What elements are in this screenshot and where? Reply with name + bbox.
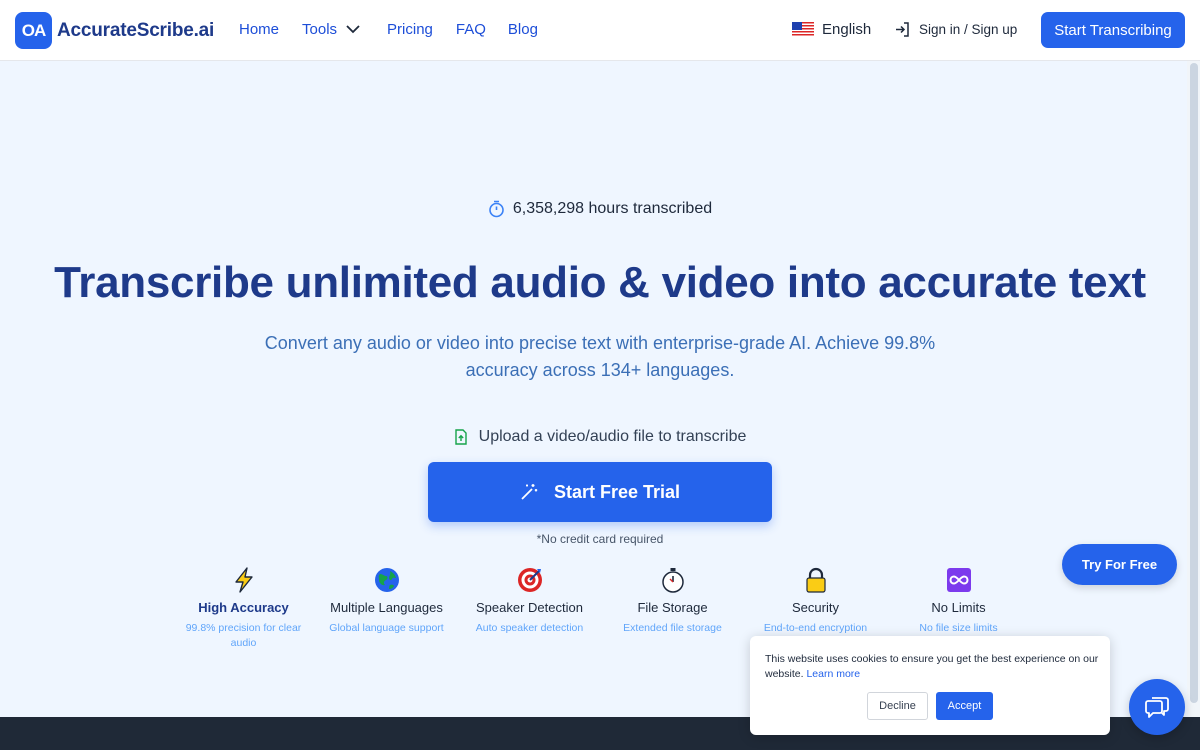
nav-pricing[interactable]: Pricing [387, 21, 433, 38]
try-for-free-button[interactable]: Try For Free [1062, 544, 1177, 585]
feature-desc: Extended file storage [623, 622, 722, 634]
globe-icon [374, 568, 399, 592]
feature-title: No Limits [931, 600, 986, 615]
nav-home[interactable]: Home [239, 21, 279, 38]
us-flag-icon [792, 22, 814, 37]
hours-counter: 6,358,298 hours transcribed [0, 200, 1200, 218]
stopwatch-icon [661, 568, 684, 593]
nav-faq[interactable]: FAQ [456, 21, 486, 38]
login-icon [896, 22, 909, 37]
lightning-icon [234, 567, 253, 593]
logo-mark-icon: OA [15, 12, 52, 49]
lock-icon [805, 567, 826, 593]
brand-name: AccurateScribe.ai [57, 19, 215, 41]
magic-wand-icon [521, 484, 538, 500]
feature-desc: 99.8% precision for clear audio [185, 622, 302, 649]
start-transcribing-button[interactable]: Start Transcribing [1041, 12, 1185, 48]
logo-mark-text: OA [21, 20, 46, 40]
chat-widget-button[interactable] [1129, 679, 1185, 735]
upload-prompt[interactable]: Upload a video/audio file to transcribe [0, 428, 1200, 446]
no-credit-card-note: *No credit card required [536, 532, 664, 546]
cookie-decline-button[interactable]: Decline [867, 692, 928, 720]
feature-title: Speaker Detection [476, 600, 583, 615]
feature-high-accuracy: High Accuracy 99.8% precision for clear … [172, 566, 315, 651]
hero-subtitle: Convert any audio or video into precise … [264, 333, 936, 380]
scrollbar[interactable] [1187, 61, 1200, 717]
feature-title: High Accuracy [198, 600, 289, 615]
chat-icon [1145, 697, 1169, 718]
infinity-icon [946, 568, 971, 592]
scrollbar-thumb[interactable] [1190, 63, 1198, 703]
feature-desc: Global language support [329, 622, 444, 634]
signin-link[interactable]: Sign in / Sign up [894, 21, 1017, 38]
feature-title: Multiple Languages [330, 600, 443, 615]
feature-multiple-languages: Multiple Languages Global language suppo… [315, 566, 458, 651]
main-nav: Home Tools Pricing FAQ Blog [239, 21, 538, 38]
language-selector[interactable]: English [792, 21, 871, 38]
target-icon [517, 568, 542, 592]
start-free-trial-label: Start Free Trial [553, 481, 681, 502]
file-upload-icon [454, 429, 467, 445]
feature-desc: No file size limits [919, 622, 998, 634]
cookie-banner: This website uses cookies to ensure you … [750, 636, 1110, 735]
feature-file-storage: File Storage Extended file storage [601, 566, 744, 651]
chevron-down-icon [346, 25, 360, 34]
cookie-accept-button[interactable]: Accept [936, 692, 993, 720]
timer-icon [489, 200, 504, 218]
feature-title: File Storage [637, 600, 708, 615]
brand-logo[interactable]: OA AccurateScribe.ai [15, 12, 214, 49]
cookie-message: This website uses cookies to ensure you … [765, 652, 1100, 682]
nav-tools[interactable]: Tools [302, 21, 360, 38]
site-header: OA AccurateScribe.ai Home Tools Pricing … [0, 0, 1200, 61]
hero-headline: Transcribe unlimited audio & video into … [54, 258, 1146, 307]
hours-text: 6,358,298 hours transcribed [512, 200, 713, 217]
nav-blog[interactable]: Blog [508, 21, 538, 38]
upload-label: Upload a video/audio file to transcribe [478, 428, 747, 445]
language-label: English [822, 21, 872, 38]
feature-title: Security [792, 600, 839, 615]
nav-tools-label: Tools [302, 21, 338, 38]
start-free-trial-button[interactable]: Start Free Trial [428, 462, 772, 522]
feature-desc: End-to-end encryption [763, 622, 868, 634]
signin-label: Sign in / Sign up [919, 22, 1018, 37]
feature-speaker-detection: Speaker Detection Auto speaker detection [458, 566, 601, 651]
cookie-learn-more-link[interactable]: Learn more [806, 668, 860, 680]
feature-desc: Auto speaker detection [475, 622, 584, 634]
